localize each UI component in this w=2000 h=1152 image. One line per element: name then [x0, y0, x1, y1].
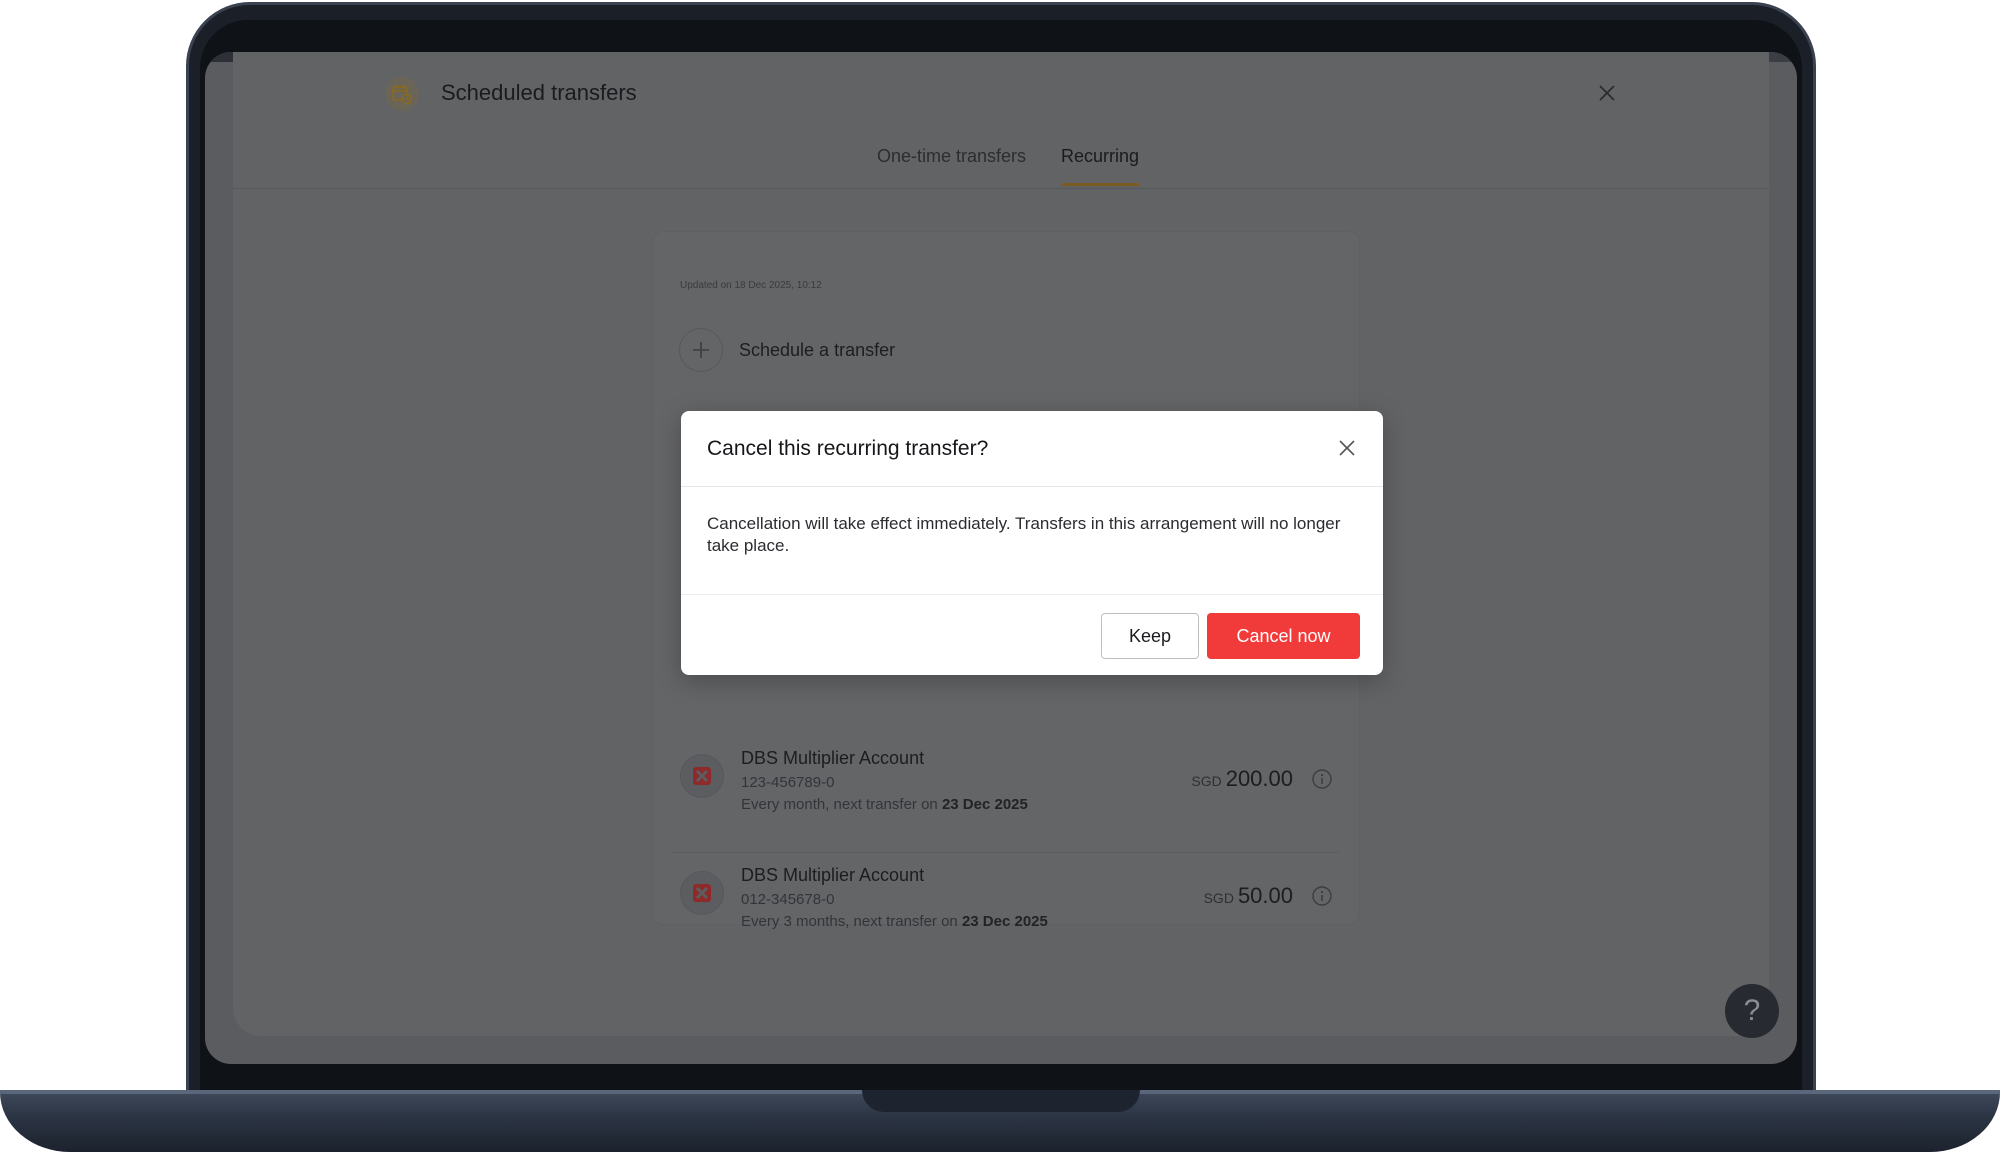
account-name: DBS Multiplier Account [741, 865, 925, 885]
keep-button[interactable]: Keep [1101, 613, 1199, 659]
schedule-transfer-button[interactable]: Schedule a transfer [739, 340, 895, 361]
close-icon[interactable] [1335, 436, 1359, 460]
dialog-title: Cancel this recurring transfer? [707, 437, 989, 460]
laptop-screen: Scheduled transfers One-time transfers R… [205, 52, 1797, 1064]
close-icon[interactable] [1595, 81, 1619, 105]
transfer-amount: SGD 50.00 [1204, 883, 1293, 909]
currency: SGD [1203, 890, 1234, 906]
dialog-message: Cancellation will take effect immediatel… [707, 514, 1341, 555]
schedule-prefix: Every month, next transfer on [741, 796, 942, 813]
schedule-prefix: Every 3 months, next transfer on [741, 913, 962, 930]
amount: 200.00 [1225, 766, 1293, 791]
updated-timestamp: Updated on 18 Dec 2025, 10:12 [680, 280, 822, 291]
scheduled-transfers-panel: Scheduled transfers One-time transfers R… [233, 52, 1769, 1036]
dialog-header: Cancel this recurring transfer? [681, 411, 1383, 487]
account-number: 012-345678-0 [741, 891, 835, 908]
dialog-footer: Keep Cancel now [681, 594, 1383, 675]
info-icon[interactable] [1311, 885, 1333, 907]
panel-header: Scheduled transfers One-time transfers R… [233, 52, 1769, 189]
page-title: Scheduled transfers [441, 80, 637, 105]
transfer-amount: SGD 200.00 [1191, 766, 1293, 792]
next-transfer-date: 23 Dec 2025 [941, 796, 1028, 813]
help-icon[interactable]: ? [1725, 984, 1779, 1038]
info-icon[interactable] [1311, 768, 1333, 790]
schedule-text: Every 3 months, next transfer on 23 Dec … [741, 913, 1048, 930]
calendar-transfer-icon [385, 77, 419, 111]
plus-icon[interactable] [679, 328, 723, 372]
tab-recurring[interactable]: Recurring [1061, 146, 1140, 186]
amount: 50.00 [1237, 883, 1293, 908]
account-number: 123-456789-0 [741, 774, 835, 791]
list-item[interactable]: DBS Multiplier Account 012-345678-0 Ever… [673, 852, 1339, 958]
cancel-transfer-dialog: Cancel this recurring transfer? Cancella… [681, 411, 1383, 675]
currency: SGD [1191, 773, 1222, 789]
account-name: DBS Multiplier Account [741, 748, 925, 768]
next-transfer-date: 23 Dec 2025 [961, 913, 1048, 930]
schedule-text: Every month, next transfer on 23 Dec 202… [741, 796, 1028, 813]
dbs-logo-icon [680, 754, 724, 798]
list-item[interactable]: DBS Multiplier Account 123-456789-0 Ever… [673, 744, 1339, 850]
laptop-notch [862, 1090, 1140, 1112]
tab-one-time-transfers[interactable]: One-time transfers [877, 146, 1026, 183]
cancel-now-button[interactable]: Cancel now [1207, 613, 1360, 659]
dbs-logo-icon [680, 871, 724, 915]
